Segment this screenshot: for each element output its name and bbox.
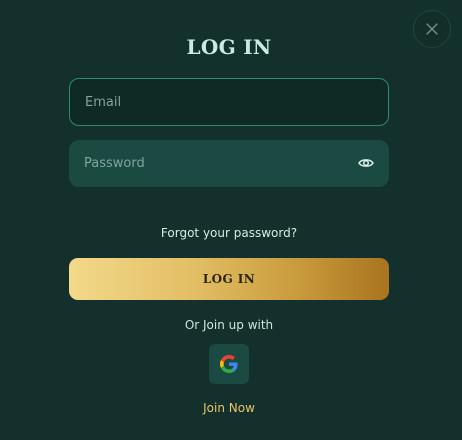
join-now-link[interactable]: Join Now <box>0 400 458 416</box>
or-join-text: Or Join up with <box>184 318 274 332</box>
login-button[interactable]: LOG IN <box>69 258 389 300</box>
eye-icon[interactable] <box>357 155 375 171</box>
google-login-button[interactable] <box>209 344 249 384</box>
page-title: LOG IN <box>186 35 272 59</box>
password-field-container <box>69 140 389 187</box>
password-field[interactable] <box>69 140 389 187</box>
google-icon <box>220 355 238 373</box>
forgot-password-link[interactable]: Forgot your password? <box>0 225 458 241</box>
email-field[interactable] <box>70 79 388 125</box>
login-button-label: LOG IN <box>202 272 256 286</box>
email-field-container <box>69 78 389 126</box>
